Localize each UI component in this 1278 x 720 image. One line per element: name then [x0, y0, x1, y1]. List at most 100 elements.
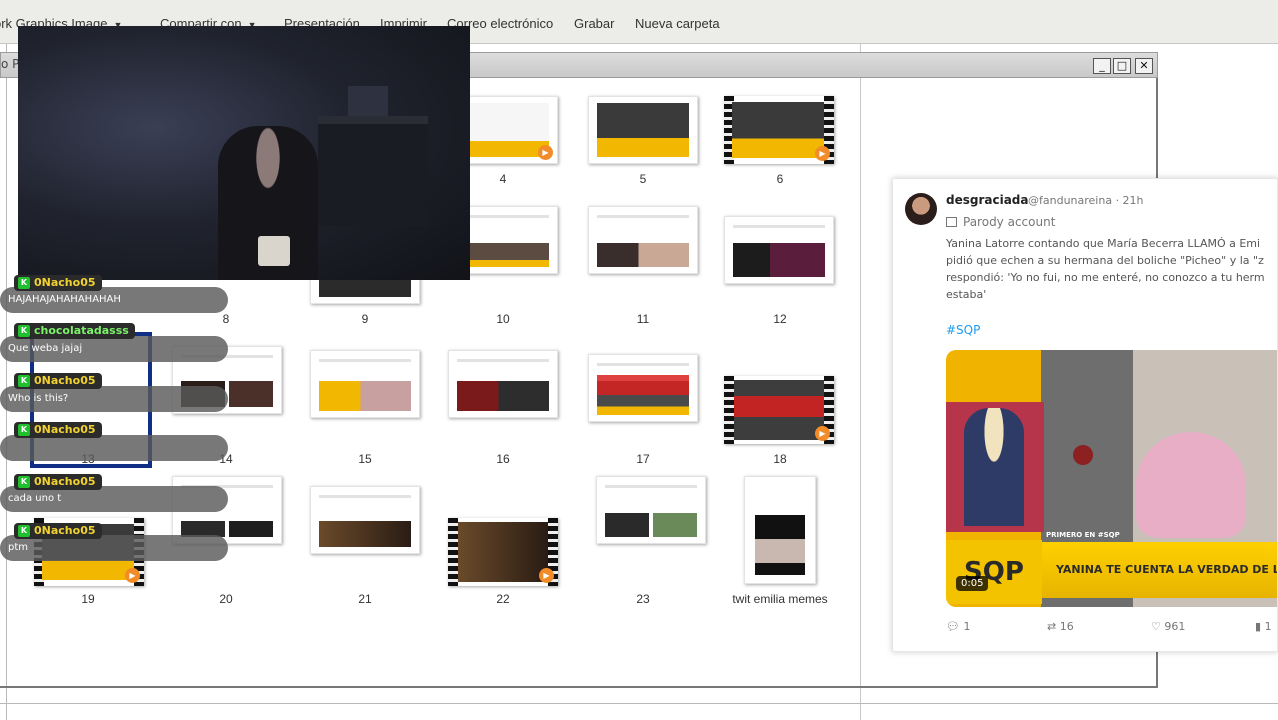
video-inset-photo	[946, 402, 1044, 532]
toolbar-burn[interactable]: Grabar	[574, 16, 614, 31]
thumbnail-11[interactable]	[588, 206, 698, 274]
text-line	[605, 485, 697, 488]
thumbnail-image	[597, 103, 689, 157]
kick-badge-icon: K	[18, 277, 30, 289]
thumbnail-image	[597, 243, 689, 267]
thumbnail-image	[457, 243, 549, 267]
chat-message: Who is this?	[0, 386, 228, 412]
thumbnail-label: 8	[222, 312, 230, 326]
text-line	[319, 495, 411, 498]
maximize-button[interactable]: □	[1113, 58, 1131, 74]
chat-username: K 0Nacho05	[14, 373, 102, 389]
thumbnail-image	[457, 103, 549, 157]
kick-badge-icon: K	[18, 476, 30, 488]
retweet-icon: ⇄	[1047, 620, 1057, 633]
chat-username: K 0Nacho05	[14, 422, 102, 438]
like-count: 961	[1164, 620, 1186, 633]
thumbnail-label: 9	[361, 312, 369, 326]
tweet-text-line: estaba'	[946, 288, 987, 301]
red-banner	[734, 396, 824, 417]
chat-username-text: 0Nacho05	[34, 423, 96, 436]
thumbnail-label: 6	[776, 172, 784, 186]
chat-username-text: 0Nacho05	[34, 524, 96, 537]
video-person	[1136, 432, 1246, 538]
thumbnail-16[interactable]	[448, 350, 558, 418]
bottom-frame-edge	[0, 703, 1278, 704]
reply-icon: 💬︎	[946, 620, 960, 633]
thumbnail-label: 5	[639, 172, 647, 186]
webcam-background-bed	[318, 116, 428, 226]
views-icon: ▮	[1255, 620, 1262, 633]
text-line	[457, 359, 549, 362]
tweet-video[interactable]: PRIMERO EN #SQP SQP YANINA TE CUENTA LA …	[946, 350, 1277, 607]
thumbnail-image	[732, 102, 826, 158]
thumbnail-twit-emilia-memes[interactable]	[744, 476, 816, 584]
parody-icon	[946, 217, 957, 227]
thumbnail-21[interactable]	[310, 486, 420, 554]
play-icon: ▶	[815, 146, 830, 161]
chat-username-text: chocolatadasss	[34, 324, 129, 337]
text-line	[597, 363, 689, 366]
views-button[interactable]: ▮ 1	[1255, 620, 1272, 633]
close-button[interactable]: ✕	[1135, 58, 1153, 74]
thumbnail-image	[733, 243, 825, 277]
tweet-text-line: Yanina Latorre contando que María Becerr…	[946, 237, 1261, 250]
minimize-button[interactable]: _	[1093, 58, 1111, 74]
chat-username-text: 0Nacho05	[34, 475, 96, 488]
play-icon: ▶	[125, 568, 140, 583]
reply-count: 1	[963, 620, 971, 633]
kick-badge-icon: K	[18, 375, 30, 387]
retweet-count: 16	[1059, 620, 1074, 633]
thumbnail-label: 10	[496, 312, 510, 326]
thumbnail-image	[605, 513, 697, 537]
video-duration: 0:05	[956, 576, 989, 591]
reply-button[interactable]: 💬︎ 1	[946, 620, 970, 633]
hashtag-link[interactable]: #SQP	[946, 323, 980, 337]
thumbnail-22[interactable]: ▶	[448, 518, 558, 586]
tweet-card[interactable]: desgraciada @fandunareina · 21h Parody a…	[892, 178, 1278, 652]
webcam-overlay	[18, 26, 470, 280]
thumbnail-label: 22	[496, 592, 510, 606]
video-kicker: PRIMERO EN #SQP	[1046, 531, 1120, 539]
chat-username: K 0Nacho05	[14, 474, 102, 490]
text-line	[457, 215, 549, 218]
thumbnail-image	[319, 381, 411, 411]
tweet-author-handle: @fandunareina · 21h	[1028, 194, 1144, 207]
like-button[interactable]: ♡ 961	[1151, 620, 1185, 633]
tweet-author-name[interactable]: desgraciada	[946, 193, 1029, 207]
text-line	[597, 215, 689, 218]
text-line	[733, 225, 825, 228]
chat-username-text: 0Nacho05	[34, 276, 96, 289]
thumbnail-label: 20	[219, 592, 233, 606]
thumbnail-12[interactable]	[724, 216, 834, 284]
thumbnail-6[interactable]: ▶	[724, 96, 834, 164]
chat-message	[0, 435, 228, 461]
red-banner	[597, 374, 689, 395]
chat-username: K 0Nacho05	[14, 523, 102, 539]
thumbnail-17[interactable]	[588, 354, 698, 422]
chat-username: K 0Nacho05	[14, 275, 102, 291]
thumbnail-23[interactable]	[596, 476, 706, 544]
thumbnail-18[interactable]: ▶	[724, 376, 834, 444]
thumbnail-5[interactable]	[588, 96, 698, 164]
parody-label-text: Parody account	[963, 215, 1056, 229]
thumbnail-15[interactable]	[310, 350, 420, 418]
thumbnail-label: 11	[636, 312, 650, 326]
thumbnail-label: 21	[358, 592, 372, 606]
thumbnail-label: 18	[773, 452, 787, 466]
thumbnail-label: 17	[636, 452, 650, 466]
retweet-button[interactable]: ⇄ 16	[1047, 620, 1074, 633]
kick-badge-icon: K	[18, 525, 30, 537]
thumbnail-label: 16	[496, 452, 510, 466]
thumbnail-image	[458, 522, 548, 582]
thumbnail-label: 19	[81, 592, 95, 606]
chat-message: Que weba jajaj	[0, 336, 228, 362]
kick-badge-icon: K	[18, 325, 30, 337]
chat-username-text: 0Nacho05	[34, 374, 96, 387]
toolbar-new-folder[interactable]: Nueva carpeta	[635, 16, 720, 31]
inner-window-title: o P	[1, 57, 20, 71]
thumbnail-image	[319, 521, 411, 547]
thumbnail-image	[755, 515, 805, 575]
avatar[interactable]	[905, 193, 937, 225]
heart-icon: ♡	[1151, 620, 1161, 633]
